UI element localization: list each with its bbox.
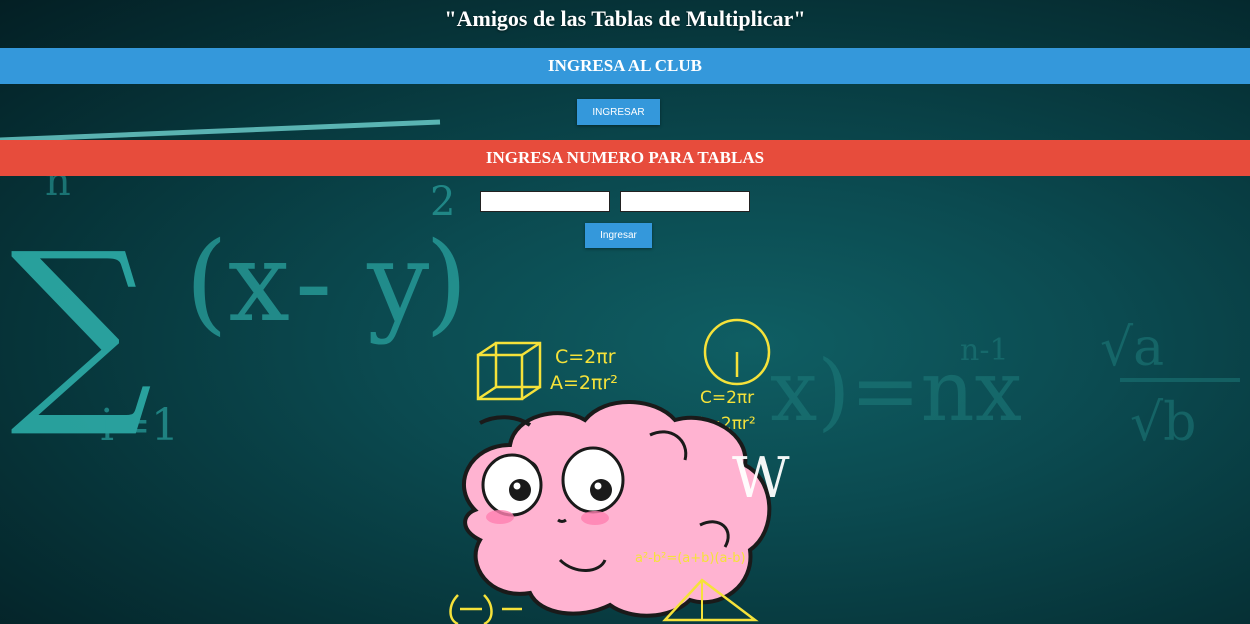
fraction-doodle-icon (449, 594, 522, 624)
cube-doodle-icon (476, 341, 542, 401)
eq-exponent: 2 (430, 179, 455, 225)
right-eye (561, 446, 625, 514)
club-join-button[interactable]: INGRESAR (577, 99, 660, 125)
eq-lower-bound: i=1 (100, 400, 179, 451)
eq-y-term: - y (295, 218, 429, 346)
wikipedia-watermark: W (732, 446, 790, 511)
formula-difference-of-squares: a²-b²=(a+b)(a-b) (635, 551, 746, 566)
formula-circumference-2: C=2πr (700, 388, 754, 408)
chalk-stroke (0, 119, 441, 143)
eq-sqrt-b: √b (1130, 393, 1196, 453)
brain-icon (462, 400, 772, 618)
formula-area: A=2πr² (550, 372, 618, 394)
table-number-input-1[interactable] (480, 191, 610, 212)
club-section-heading: INGRESA AL CLUB (0, 48, 1250, 84)
brain-illustration: C=2πr A=2πr² C=2πr A=2πr² a²-b²=(a+b)(a-… (449, 318, 790, 624)
tables-section-heading: INGRESA NUMERO PARA TABLAS (0, 140, 1250, 176)
eq-x-term: (x (185, 218, 290, 346)
sigma-glyph: ∑ (10, 210, 153, 443)
tables-submit-button[interactable]: Ingresar (585, 223, 652, 248)
eq-sqrt-a: √a (1100, 318, 1164, 378)
table-number-input-2[interactable] (620, 191, 750, 212)
eq-power-exponent: n-1 (960, 333, 1009, 368)
page-title: "Amigos de las Tablas de Multiplicar" (444, 6, 806, 31)
formula-circumference: C=2πr (555, 346, 616, 368)
